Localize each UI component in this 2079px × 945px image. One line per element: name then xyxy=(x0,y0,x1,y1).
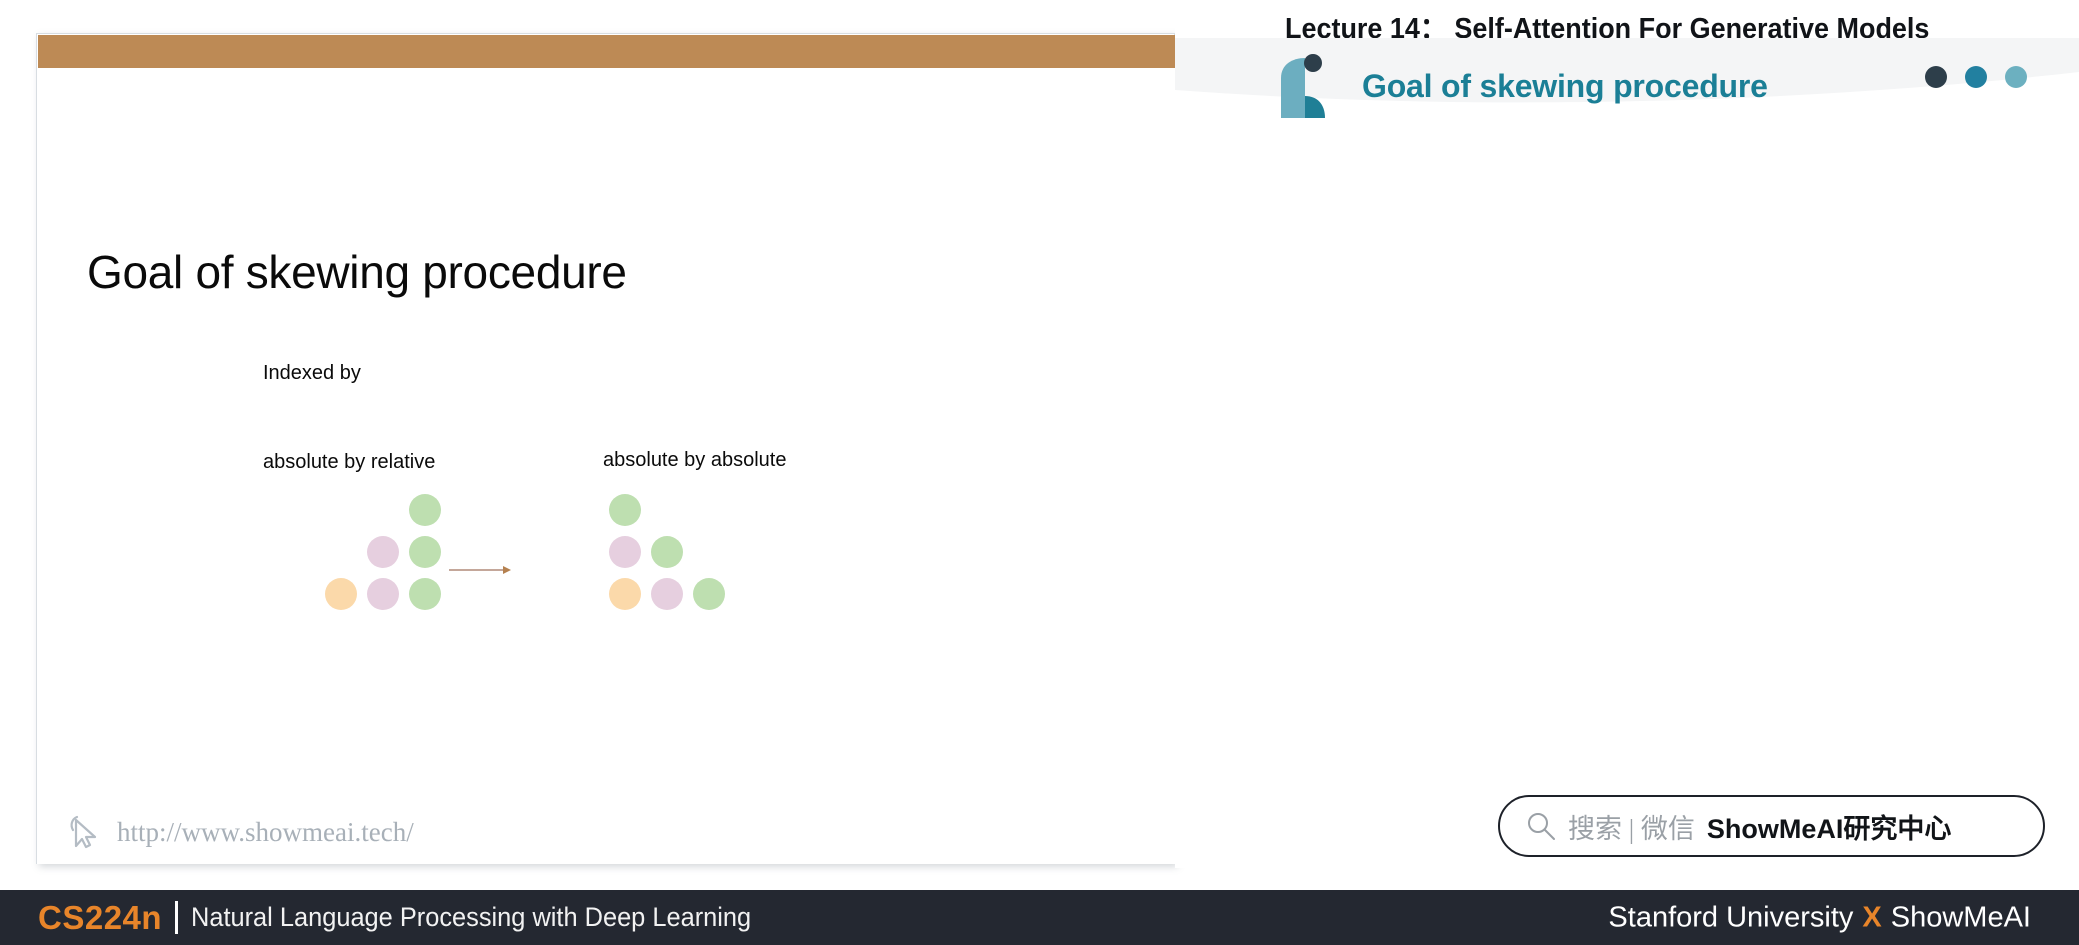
watermark-url: http://www.showmeai.tech/ xyxy=(117,816,414,847)
footer-divider xyxy=(175,901,179,934)
notes-panel: Lecture 14： Self-Attention For Generativ… xyxy=(1175,0,2079,868)
footer-org-left: Stanford University xyxy=(1608,901,1854,933)
showmeai-logo-icon xyxy=(1281,54,1325,118)
cursor-pointer-icon xyxy=(70,815,97,849)
slide-card[interactable]: Goal of skewing procedure Indexed by abs… xyxy=(36,33,1176,864)
slide-title: Goal of skewing procedure xyxy=(87,246,627,298)
section-heading: Goal of skewing procedure xyxy=(1362,68,1768,104)
matrix-dot xyxy=(409,578,441,610)
right-dot-matrix xyxy=(609,494,729,624)
right-matrix-label: absolute by absolute xyxy=(603,449,787,471)
slide-content: Goal of skewing procedure Indexed by abs… xyxy=(37,68,1176,864)
transform-arrow-icon xyxy=(449,566,511,574)
header-dot-group xyxy=(1925,66,2027,88)
footer-org-right: ShowMeAI xyxy=(1890,901,2031,933)
search-brand-label: ShowMeAI研究中心 xyxy=(1706,813,1952,844)
search-input-placeholder[interactable]: 搜索 | 微信 xyxy=(1568,807,1695,846)
left-matrix-label: absolute by relative xyxy=(263,451,436,473)
matrix-dot xyxy=(609,536,641,568)
footer-course-code: CS224n xyxy=(38,898,163,936)
matrix-dot xyxy=(609,494,641,526)
matrix-dot xyxy=(693,578,725,610)
footer-course-info: CS224n Natural Language Processing with … xyxy=(38,899,787,937)
search-bar[interactable]: 搜索 | 微信 ShowMeAI研究中心 xyxy=(1498,795,2045,857)
left-dot-matrix xyxy=(325,494,445,624)
header-dot-3 xyxy=(2005,66,2027,88)
matrix-dot xyxy=(609,578,641,610)
footer-course-subtitle: Natural Language Processing with Deep Le… xyxy=(191,902,752,932)
matrix-dot xyxy=(651,578,683,610)
matrix-dot xyxy=(367,578,399,610)
footer-org-info: Stanford University X ShowMeAI xyxy=(1608,901,2031,934)
presentation-viewer: Goal of skewing procedure Indexed by abs… xyxy=(0,0,2079,945)
footer-org-x: X xyxy=(1862,901,1882,933)
search-icon xyxy=(1528,813,1555,840)
matrix-dot xyxy=(409,494,441,526)
header-dot-2 xyxy=(1965,66,1987,88)
matrix-dot xyxy=(651,536,683,568)
matrix-dot xyxy=(409,536,441,568)
header-dot-1 xyxy=(1925,66,1947,88)
matrix-dot xyxy=(367,536,399,568)
watermark: http://www.showmeai.tech/ xyxy=(69,814,414,850)
slide-top-accent-bar xyxy=(38,35,1175,68)
indexed-by-label: Indexed by xyxy=(263,362,361,384)
footer-bar: CS224n Natural Language Processing with … xyxy=(0,890,2079,945)
matrix-dot xyxy=(325,578,357,610)
